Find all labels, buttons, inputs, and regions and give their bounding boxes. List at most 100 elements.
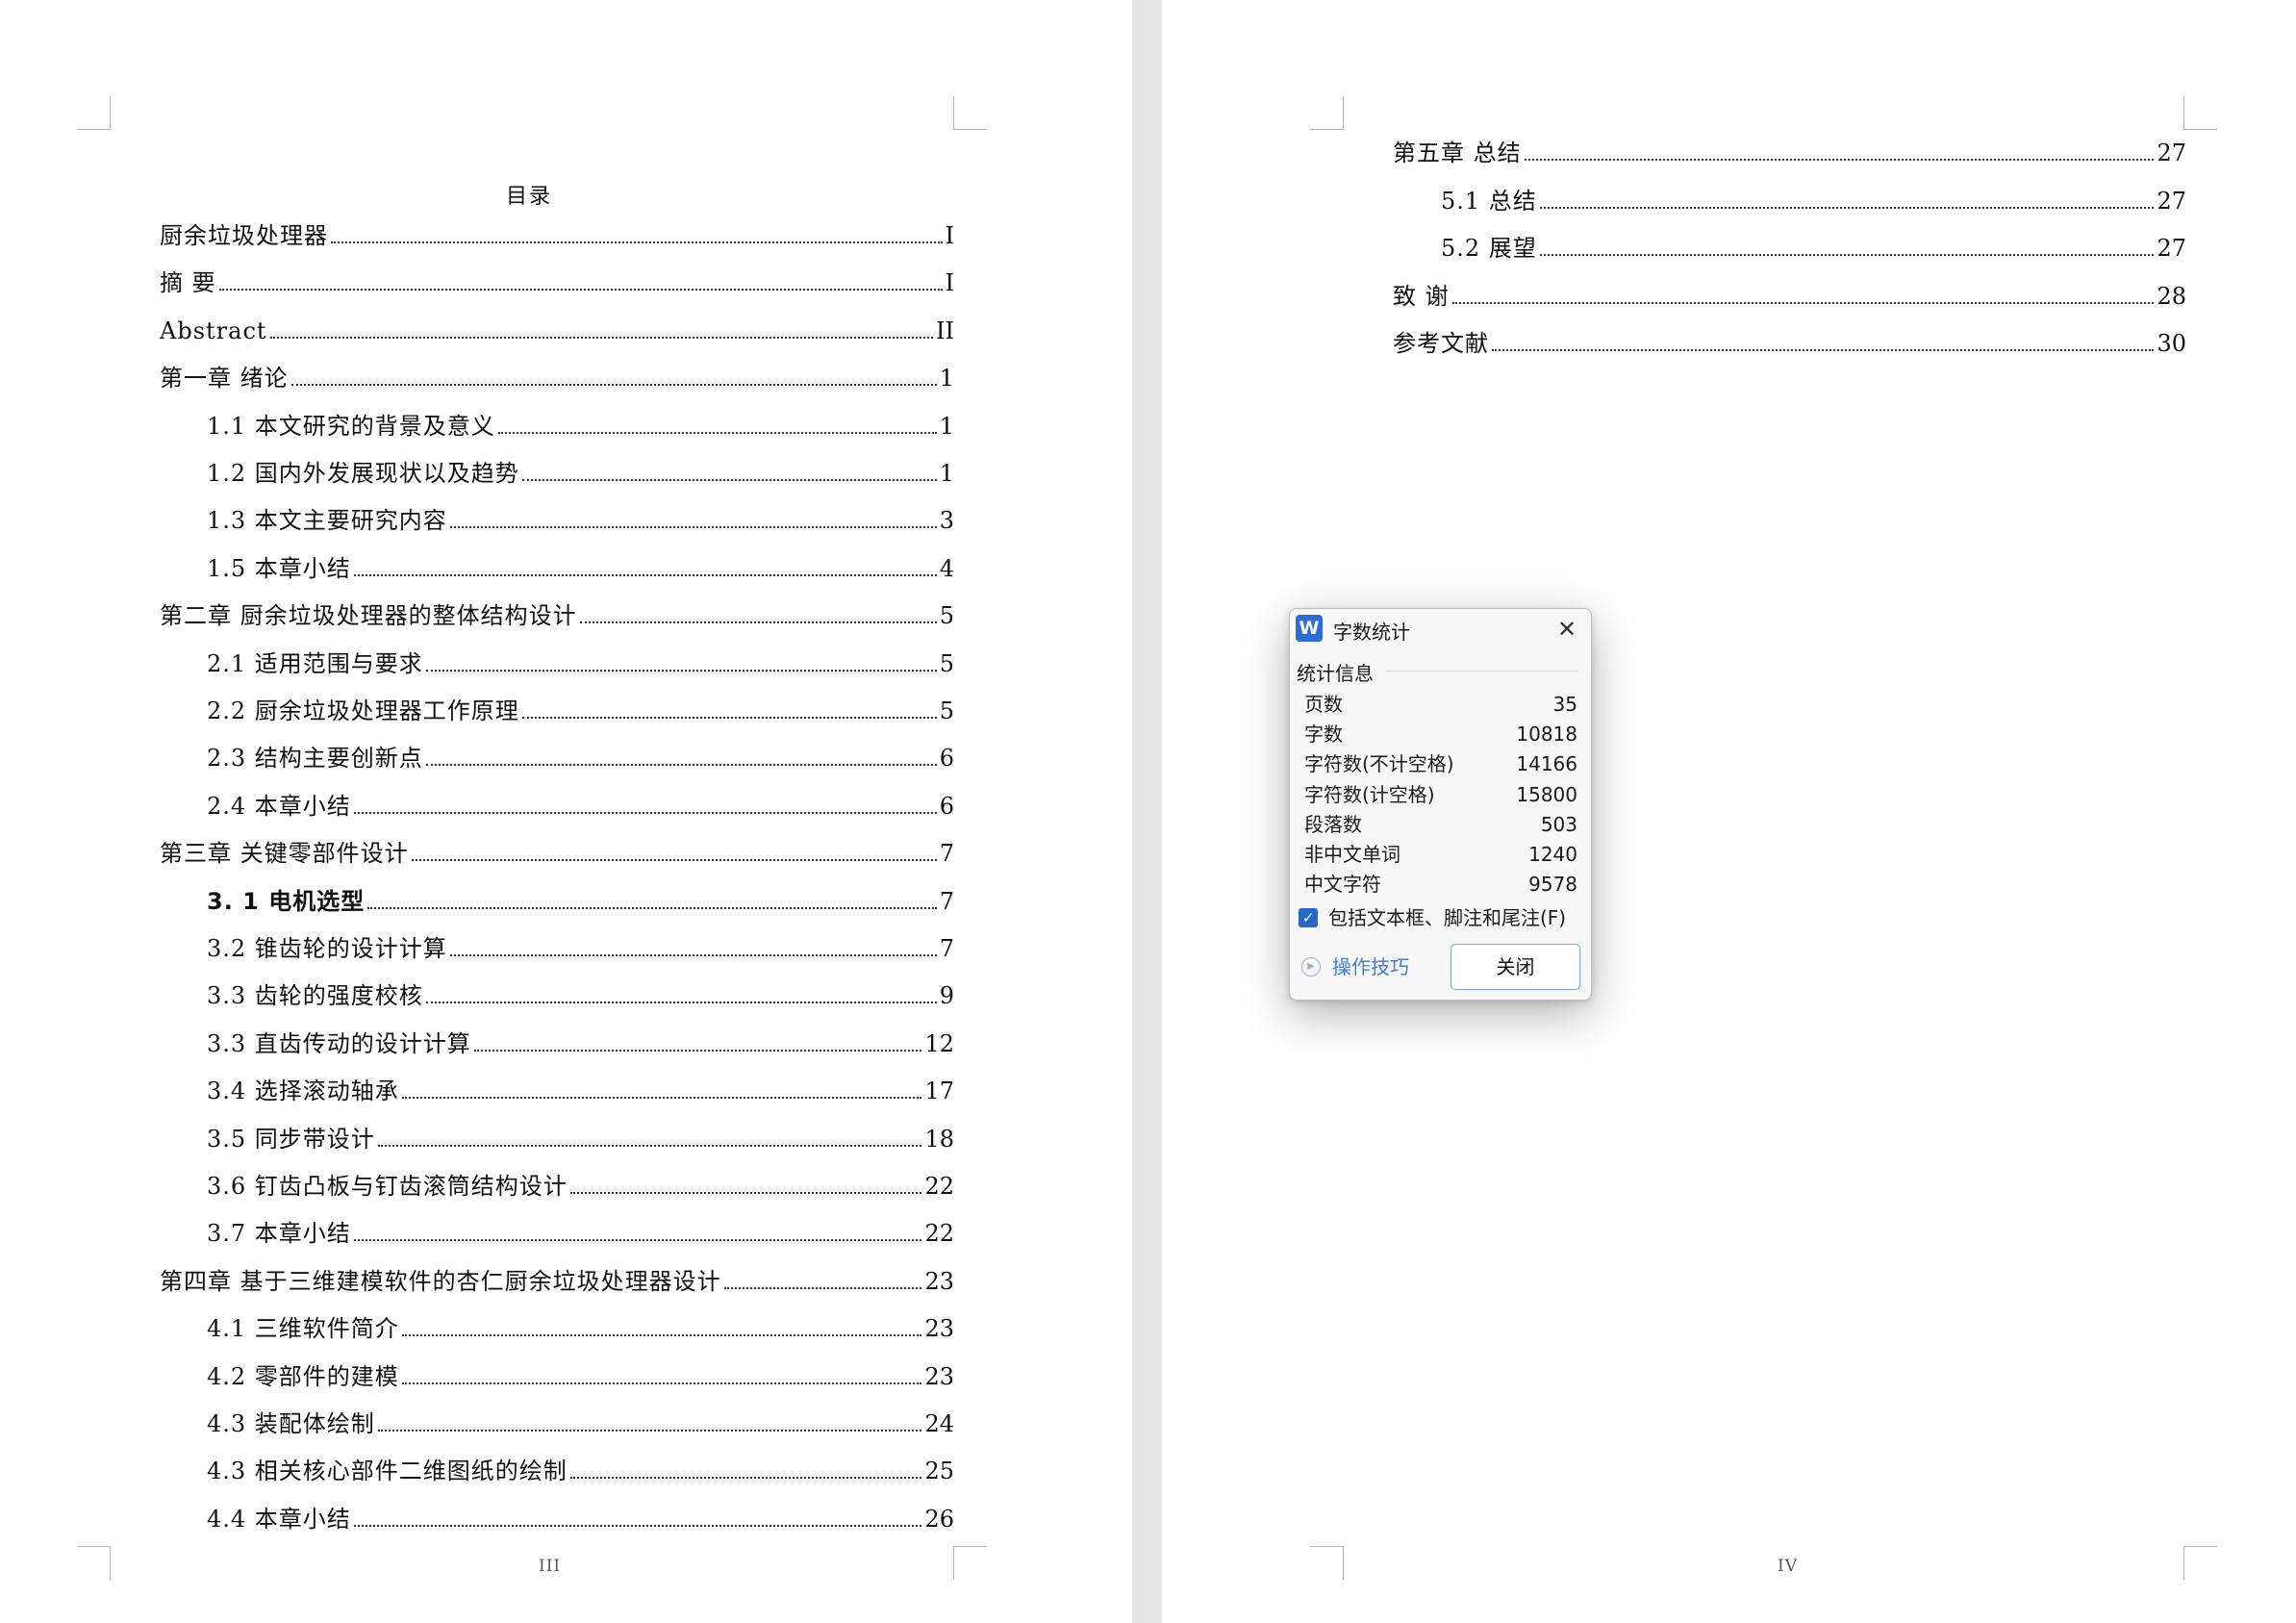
close-button[interactable]: 关闭 <box>1451 944 1580 990</box>
toc-entry-page: 3 <box>939 507 954 535</box>
toc-entry-title: 3.4 选择滚动轴承 <box>207 1078 399 1105</box>
toc-entry-title: 第四章 基于三维建模软件的杏仁厨余垃圾处理器设计 <box>160 1267 721 1295</box>
statistics-section-label: 统计信息 <box>1297 662 1374 685</box>
toc-entry[interactable]: 4.1 三维软件简介 23 <box>207 1310 954 1343</box>
toc-entry-page: 25 <box>924 1458 954 1485</box>
toc-entry[interactable]: 3.5 同步带设计 18 <box>207 1121 954 1154</box>
toc-dot-leader <box>401 1097 922 1100</box>
toc-entry[interactable]: 4.2 零部件的建模 23 <box>207 1358 954 1391</box>
toc-entry-page: 1 <box>939 365 954 393</box>
toc-dot-leader <box>411 859 937 862</box>
word-count-dialog: W 字数统计 ✕ 统计信息 页数 35 字数 10818 字符数(不计空格) 14166 字… <box>1289 608 1592 1001</box>
toc-entry[interactable]: 4.3 装配体绘制 24 <box>207 1406 954 1438</box>
toc-entry[interactable]: 第二章 厨余垃圾处理器的整体结构设计 5 <box>160 597 954 630</box>
stat-value: 35 <box>1552 693 1577 716</box>
toc-entry[interactable]: 3.7 本章小结 22 <box>207 1215 954 1248</box>
stat-label: 段落数 <box>1304 812 1362 836</box>
toc-entry[interactable]: 2.1 适用范围与要求 5 <box>207 646 954 678</box>
toc-entry[interactable]: 第一章 绪论 1 <box>160 360 954 393</box>
toc-entry[interactable]: 5.2 展望 27 <box>1441 230 2186 263</box>
toc-entry-page: 7 <box>939 887 954 915</box>
stat-label: 字符数(计空格) <box>1304 782 1435 806</box>
page-corner-mark <box>953 96 987 130</box>
toc-entry-title: 2.2 厨余垃圾处理器工作原理 <box>207 697 519 724</box>
toc-entry-page: 23 <box>924 1315 954 1343</box>
toc-entry[interactable]: 3.2 锥齿轮的设计计算 7 <box>207 930 954 963</box>
toc-entry[interactable]: 4.3 相关核心部件二维图纸的绘制 25 <box>207 1453 954 1485</box>
stat-row: 非中文单词 1240 <box>1304 840 1577 869</box>
toc-entry[interactable]: 厨余垃圾处理器 I <box>160 217 954 250</box>
toc-dot-leader <box>425 669 937 672</box>
toc-entry[interactable]: 参考文献 30 <box>1393 325 2186 358</box>
toc-entry-page: 27 <box>2157 235 2186 262</box>
checkbox-checked-icon[interactable]: ✓ <box>1299 908 1318 927</box>
toc-dot-leader <box>1524 159 2155 161</box>
toc-entry-title: 3.3 直齿传动的设计计算 <box>207 1029 471 1057</box>
toc-entry[interactable]: 第四章 基于三维建模软件的杏仁厨余垃圾处理器设计 23 <box>160 1263 954 1296</box>
close-icon[interactable]: ✕ <box>1551 613 1583 646</box>
toc-entry-title: 3.6 钉齿凸板与钉齿滚筒结构设计 <box>207 1173 568 1200</box>
toc-entry-title: 5.2 展望 <box>1441 235 1537 262</box>
toc-entry-page: 27 <box>2157 187 2186 215</box>
toc-entry-page: 22 <box>924 1220 954 1248</box>
toc-entry[interactable]: 3.3 直齿传动的设计计算 12 <box>207 1026 954 1058</box>
toc-dot-leader <box>449 526 937 529</box>
toc-dot-leader <box>521 479 937 481</box>
toc-entry[interactable]: 第三章 关键零部件设计 7 <box>160 835 954 868</box>
toc-entry-page: 5 <box>939 602 954 630</box>
toc-entry[interactable]: 4.4 本章小结 26 <box>207 1501 954 1534</box>
toc-entry-page: II <box>936 317 954 344</box>
toc-dot-leader <box>331 241 943 243</box>
checkbox-label: 包括文本框、脚注和尾注(F) <box>1328 906 1567 929</box>
toc-entry-title: 1.5 本章小结 <box>207 554 351 582</box>
toc-entry-page: 6 <box>939 745 954 773</box>
toc-entry-title: 4.3 相关核心部件二维图纸的绘制 <box>207 1458 568 1485</box>
section-divider <box>1386 671 1578 672</box>
toc-entry-title: 1.2 国内外发展现状以及趋势 <box>207 460 519 487</box>
toc-entry[interactable]: 5.1 总结 27 <box>1441 183 2186 216</box>
toc-entry[interactable]: 2.4 本章小结 6 <box>207 788 954 821</box>
toc-entry-page: 26 <box>924 1505 954 1533</box>
toc-entry[interactable]: 3.3 齿轮的强度校核 9 <box>207 977 954 1010</box>
toc-entry[interactable]: 致 谢 28 <box>1393 278 2186 311</box>
stat-value: 10818 <box>1516 723 1577 747</box>
toc-entry[interactable]: 1.1 本文研究的背景及意义 1 <box>207 408 954 441</box>
toc-entry[interactable]: 1.5 本章小结 4 <box>207 550 954 583</box>
toc-entry[interactable]: 1.2 国内外发展现状以及趋势 1 <box>207 455 954 488</box>
toc-dot-leader <box>425 764 937 767</box>
toc-dot-leader <box>1451 301 2155 304</box>
stat-row: 段落数 503 <box>1304 810 1577 839</box>
toc-entry-title: 3.5 同步带设计 <box>207 1125 375 1153</box>
toc-entry[interactable]: 第五章 总结 27 <box>1393 135 2186 167</box>
toc-entry[interactable]: 2.2 厨余垃圾处理器工作原理 5 <box>207 693 954 725</box>
page-number: IV <box>1778 1557 1798 1576</box>
toc-dot-leader <box>367 906 937 909</box>
toc-entry[interactable]: 摘 要I <box>160 265 954 297</box>
toc-entry-title: 致 谢 <box>1393 282 1450 310</box>
toc-dot-leader <box>401 1382 922 1384</box>
stat-label: 字数 <box>1304 723 1343 747</box>
toc-dot-leader <box>290 384 937 387</box>
toc-entry-page: 23 <box>924 1362 954 1390</box>
toc-entry-page: 9 <box>939 982 954 1010</box>
dialog-title: 字数统计 <box>1333 621 1410 644</box>
toc-dot-leader <box>449 954 937 956</box>
toc-dot-leader <box>521 717 937 719</box>
toc-entry[interactable]: 1.3 本文主要研究内容 3 <box>207 502 954 535</box>
toc-entry[interactable]: 3.4 选择滚动轴承 17 <box>207 1073 954 1105</box>
toc-entry-title: 2.1 适用范围与要求 <box>207 649 423 677</box>
include-textboxes-checkbox[interactable]: ✓ 包括文本框、脚注和尾注(F) <box>1297 902 1585 933</box>
toc-entry[interactable]: Abstract II <box>160 313 954 345</box>
toc-dot-leader <box>353 573 937 576</box>
toc-dot-leader <box>353 1524 922 1527</box>
toc-entry-page: 5 <box>939 697 954 724</box>
toc-entry-page: 28 <box>2157 282 2186 310</box>
stat-value: 9578 <box>1528 873 1577 897</box>
toc-entry[interactable]: 2.3 结构主要创新点 6 <box>207 740 954 773</box>
toc-entry[interactable]: 3. 1 电机选型 7 <box>207 883 954 916</box>
dialog-titlebar[interactable]: W 字数统计 ✕ <box>1290 609 1591 649</box>
stat-label: 字符数(不计空格) <box>1304 752 1454 776</box>
toc-entry[interactable]: 3.6 钉齿凸板与钉齿滚筒结构设计 22 <box>207 1168 954 1201</box>
stat-value: 1240 <box>1528 843 1577 866</box>
toc-entry-page: 18 <box>924 1125 954 1153</box>
